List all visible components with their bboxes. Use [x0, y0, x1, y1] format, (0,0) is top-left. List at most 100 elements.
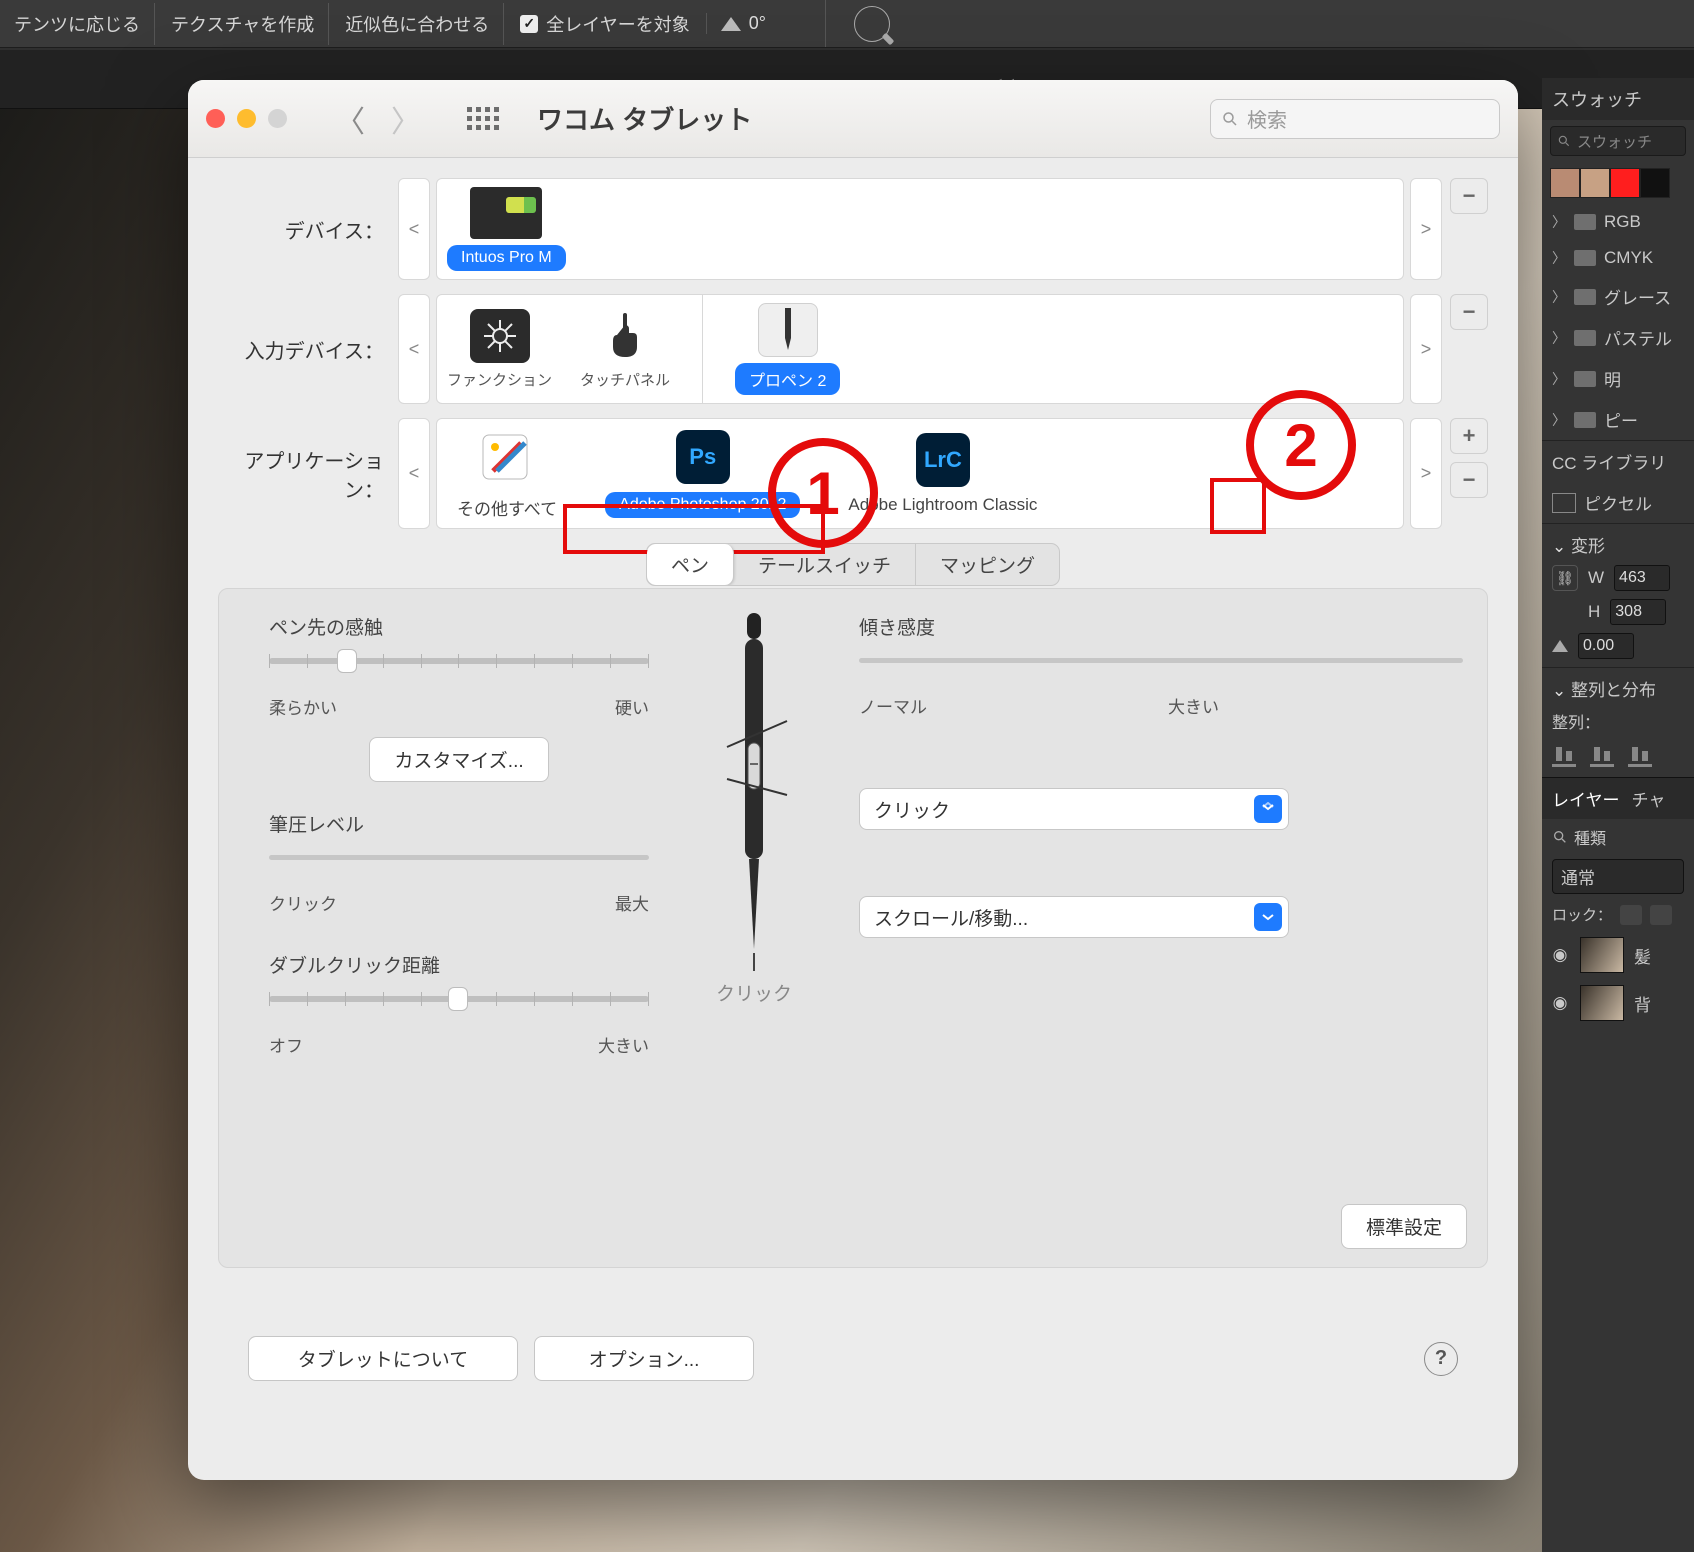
lower-button-value: スクロール/移動...	[874, 904, 1028, 931]
folder-rgb[interactable]: 〉RGB	[1542, 204, 1694, 240]
tip-feel-slider[interactable]	[269, 658, 649, 664]
height-input[interactable]	[1610, 599, 1666, 625]
layer-name: 髪	[1634, 943, 1651, 968]
device-scroll-right[interactable]: >	[1410, 178, 1442, 280]
swatch[interactable]	[1610, 168, 1640, 198]
input-functions[interactable]: ファンクション	[447, 309, 552, 390]
input-touch[interactable]: タッチパネル	[580, 309, 670, 390]
dblclick-label: ダブルクリック距離	[269, 951, 649, 978]
input-remove-button[interactable]: −	[1450, 294, 1488, 330]
search-icon	[1221, 110, 1239, 128]
dbl-off-label: オフ	[269, 1032, 303, 1057]
opt-content-aware[interactable]: テンツに応じる	[0, 3, 155, 45]
folder-cmyk[interactable]: 〉CMYK	[1542, 240, 1694, 276]
cc-libraries-title[interactable]: CC ライブラリ	[1542, 440, 1694, 482]
app-scroll-left[interactable]: <	[398, 418, 430, 529]
help-button[interactable]: ?	[1424, 1342, 1458, 1376]
layer-row[interactable]: ◉ 髪	[1542, 931, 1694, 979]
upper-button-dropdown[interactable]: クリック	[859, 788, 1289, 830]
app-remove-button[interactable]: −	[1450, 462, 1488, 498]
cc-pixel-item[interactable]: ピクセル	[1542, 482, 1694, 523]
input-scroll-left[interactable]: <	[398, 294, 430, 404]
swatch[interactable]	[1550, 168, 1580, 198]
app-scroll-right[interactable]: >	[1410, 418, 1442, 529]
customize-button[interactable]: カスタマイズ...	[369, 737, 548, 782]
pressure-toggle-icon[interactable]	[854, 6, 890, 42]
swatch[interactable]	[1580, 168, 1610, 198]
folder-label: CMYK	[1604, 248, 1653, 268]
visibility-icon[interactable]: ◉	[1550, 993, 1570, 1013]
input-propen[interactable]: プロペン 2	[735, 303, 840, 395]
opt-create-texture[interactable]: テクスチャを作成	[157, 3, 329, 45]
align-center-icon[interactable]	[1590, 747, 1614, 767]
align-header[interactable]: ⌄ 整列と分布	[1542, 667, 1694, 709]
tab-channels[interactable]: チャ	[1632, 786, 1666, 811]
minimize-button[interactable]	[237, 109, 256, 128]
width-input[interactable]	[1614, 565, 1670, 591]
opt-sample-all-layers[interactable]: ✓ 全レイヤーを対象	[506, 11, 703, 37]
rotation-input[interactable]	[1578, 633, 1634, 659]
nav-fwd-icon: 〉	[391, 97, 421, 141]
checkbox-icon[interactable]: ✓	[520, 15, 538, 33]
app-lightroom[interactable]: LrC Adobe Lightroom Classic	[848, 433, 1037, 515]
align-label: 整列：	[1542, 709, 1694, 737]
app-label: アプリケーション：	[218, 445, 398, 503]
folder-label: RGB	[1604, 212, 1641, 232]
folder-label: 明	[1604, 366, 1621, 391]
lock-pixels-icon[interactable]	[1650, 905, 1672, 925]
options-button[interactable]: オプション...	[534, 1336, 754, 1381]
tab-mapping[interactable]: マッピング	[916, 544, 1059, 585]
folder-pastel[interactable]: 〉パステル	[1542, 317, 1694, 358]
align-buttons	[1542, 737, 1694, 777]
nav-arrows: 〈 〉	[335, 97, 421, 141]
blend-mode-select[interactable]: 通常	[1552, 859, 1684, 894]
tab-pen[interactable]: ペン	[647, 544, 734, 585]
search-field[interactable]: 検索	[1210, 99, 1500, 139]
align-right-icon[interactable]	[1628, 747, 1652, 767]
pen-icon	[758, 303, 818, 357]
close-button[interactable]	[206, 109, 225, 128]
layers-panel-tabs: レイヤー チャ	[1542, 777, 1694, 819]
blend-mode[interactable]: 通常	[1542, 855, 1694, 898]
folder-icon	[1574, 289, 1596, 305]
tab-tailswitch[interactable]: テールスイッチ	[734, 544, 916, 585]
show-all-icon[interactable]	[467, 107, 499, 130]
search-icon	[1552, 829, 1568, 845]
folder-grayscale[interactable]: 〉グレース	[1542, 276, 1694, 317]
lock-row: ロック：	[1542, 898, 1694, 931]
swatches-panel-title[interactable]: スウォッチ	[1542, 78, 1694, 120]
chevron-down-icon	[1254, 903, 1282, 931]
app-add-button[interactable]: +	[1450, 418, 1488, 454]
pressure-label: 筆圧レベル	[269, 810, 649, 837]
about-tablet-button[interactable]: タブレットについて	[248, 1336, 518, 1381]
tilt-normal-label: ノーマル	[859, 693, 927, 718]
folder-light[interactable]: 〉明	[1542, 358, 1694, 399]
device-remove-button[interactable]: −	[1450, 178, 1488, 214]
kind-label: 種類	[1574, 825, 1606, 849]
visibility-icon[interactable]: ◉	[1550, 945, 1570, 965]
opt-angle[interactable]	[706, 13, 817, 34]
default-settings-button[interactable]: 標準設定	[1341, 1204, 1467, 1249]
layer-row[interactable]: ◉ 背	[1542, 979, 1694, 1027]
device-scroll-left[interactable]: <	[398, 178, 430, 280]
touch-icon	[595, 309, 655, 363]
link-icon[interactable]: ⛓	[1552, 565, 1578, 591]
app-all-others[interactable]: その他すべて	[457, 427, 557, 520]
align-left-icon[interactable]	[1552, 747, 1576, 767]
transform-header[interactable]: ⌄ 変形	[1542, 523, 1694, 565]
lock-trans-icon[interactable]	[1620, 905, 1642, 925]
tilt-slider[interactable]	[859, 658, 1463, 663]
tab-layers[interactable]: レイヤー	[1552, 786, 1620, 811]
layer-filter[interactable]: 種類	[1542, 819, 1694, 855]
swatches-search[interactable]: スウォッチ	[1550, 126, 1686, 156]
nav-back-icon[interactable]: 〈	[335, 97, 365, 141]
device-intuos[interactable]: Intuos Pro M	[447, 187, 566, 271]
lower-button-dropdown[interactable]: スクロール/移動...	[859, 896, 1289, 938]
input-scroll-right[interactable]: >	[1410, 294, 1442, 404]
app-photoshop[interactable]: Ps Adobe Photoshop 2022	[605, 430, 800, 518]
angle-input[interactable]	[749, 13, 803, 34]
swatch[interactable]	[1640, 168, 1670, 198]
dblclick-slider[interactable]	[269, 996, 649, 1002]
opt-proximity-match[interactable]: 近似色に合わせる	[331, 3, 504, 45]
folder-more[interactable]: 〉ピー	[1542, 399, 1694, 440]
